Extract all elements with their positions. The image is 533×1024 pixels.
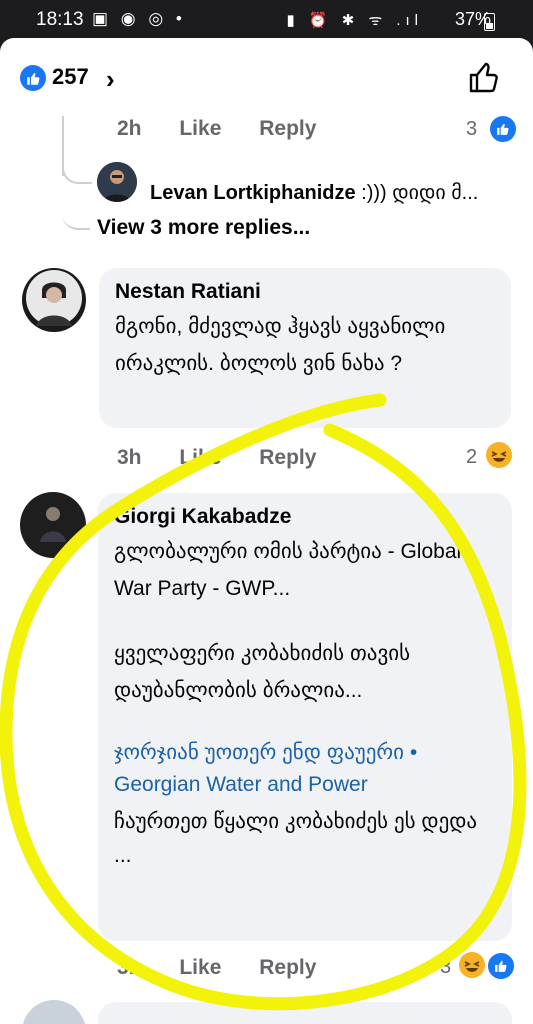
status-bar: 18:13 ▣ ◉ ◎ • ▮ ⏰ ✱ ᯤ .ıl 37% [0, 0, 533, 42]
like-count: 257 [52, 64, 89, 89]
comment-link[interactable]: ჯორჯიან უოთერ ენდ ფაუერი • Georgian Wate… [114, 737, 496, 801]
comment-bubble[interactable]: Nestan Ratiani მგონი, მძევლად ჰყავს აყვა… [99, 268, 511, 428]
avatar[interactable] [22, 268, 86, 332]
system-icons: ▮ ⏰ ✱ ᯤ .ıl [286, 12, 423, 29]
like-button[interactable]: Like [179, 117, 221, 140]
haha-reaction-icon [459, 952, 485, 978]
like-button[interactable]: Like [179, 956, 221, 979]
chevron-right-icon[interactable]: › [106, 64, 115, 95]
thumbs-up-icon[interactable] [467, 60, 501, 94]
comment-author[interactable]: Nestan Ratiani [115, 280, 495, 304]
comment-time: 2h [117, 117, 142, 140]
comment-author[interactable]: Giorgi Kakabadze [114, 505, 496, 529]
reply-text: :))) დიდი მ... [361, 182, 479, 204]
comment-time: 3h [117, 446, 142, 469]
avatar[interactable] [20, 492, 86, 558]
like-reaction-icon [486, 951, 516, 981]
comment-text: მგონი, მძევლად ჰყავს აყვანილი ირაკლის. ბ… [115, 315, 446, 375]
comment-meta: 3h Like Reply [117, 956, 348, 980]
like-button[interactable]: Like [179, 446, 221, 469]
haha-reaction-icon [486, 442, 512, 468]
comment-bubble[interactable]: Giorgi Kakabadze გლობალური ომის პარტია -… [98, 493, 512, 941]
view-more-replies[interactable]: View 3 more replies... [97, 216, 310, 240]
reply-button[interactable]: Reply [259, 956, 316, 979]
reaction-count: 3 [440, 956, 452, 978]
reply-button[interactable]: Reply [259, 446, 316, 469]
comment-time: 3h [117, 956, 142, 979]
avatar[interactable] [22, 1000, 86, 1024]
comment-text: გლობალური ომის პარტია - Global War Party… [114, 540, 462, 600]
comments-sheet: 257 › 2h Like Reply 3 Levan Lortkiphanid… [0, 38, 533, 1024]
notification-icons: ▣ ◉ ◎ • [92, 9, 186, 28]
like-reaction-icon [488, 114, 518, 144]
battery-icon [484, 13, 495, 31]
status-time: 18:13 [36, 9, 84, 30]
comment-meta: 2h Like Reply [117, 117, 348, 141]
comment-text: ყველაფერი კობახიძის თავის დაუბანლობის ბრ… [114, 642, 411, 702]
reactions-header[interactable]: 257 › [0, 38, 533, 116]
reply-button[interactable]: Reply [259, 117, 316, 140]
reply-preview[interactable]: Levan Lortkiphanidze :))) დიდი მ... [150, 180, 478, 205]
avatar[interactable] [97, 162, 137, 202]
like-reaction-icon [20, 65, 46, 91]
comment-meta: 3h Like Reply [117, 446, 348, 470]
reply-author[interactable]: Levan Lortkiphanidze [150, 182, 356, 204]
reaction-count: 2 [466, 446, 478, 468]
reaction-count: 3 [466, 118, 478, 140]
comment-text: ჩაურთეთ წყალი კობახიძეს ეს დედა ... [114, 810, 478, 867]
comment-bubble[interactable] [98, 1002, 512, 1024]
thread-connector [62, 178, 90, 230]
